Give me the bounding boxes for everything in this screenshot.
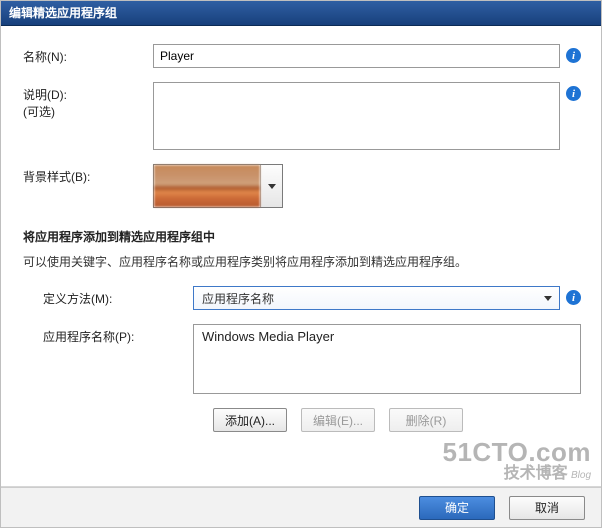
watermark: 51CTO.com 技术博客 Blog: [442, 439, 591, 483]
row-desc: 说明(D): (可选) i: [23, 82, 581, 150]
section-heading: 将应用程序添加到精选应用程序组中: [23, 228, 581, 245]
list-item[interactable]: Windows Media Player: [202, 329, 572, 344]
label-name: 名称(N):: [23, 44, 153, 65]
row-name: 名称(N): i: [23, 44, 581, 68]
watermark-line2: 技术博客: [504, 465, 568, 482]
row-bgstyle: 背景样式(B):: [23, 164, 581, 208]
background-style-dropdown-button[interactable]: [260, 165, 282, 207]
delete-button: 删除(R): [389, 408, 463, 432]
edit-button: 编辑(E)...: [301, 408, 375, 432]
name-input[interactable]: [153, 44, 560, 68]
dialog-body: 名称(N): i 说明(D): (可选) i 背景样式(B):: [1, 26, 601, 432]
info-icon[interactable]: i: [566, 86, 581, 101]
row-appname: 应用程序名称(P): Windows Media Player: [23, 324, 581, 394]
label-desc-text: 说明(D):: [23, 86, 153, 103]
list-button-row: 添加(A)... 编辑(E)... 删除(R): [213, 408, 581, 432]
watermark-line1: 51CTO.com: [442, 439, 591, 466]
cancel-button[interactable]: 取消: [509, 496, 585, 520]
row-method: 定义方法(M): 应用程序名称 i: [23, 286, 581, 310]
label-optional-text: (可选): [23, 103, 153, 120]
label-appname: 应用程序名称(P):: [23, 324, 193, 345]
watermark-blog: Blog: [571, 470, 591, 481]
appname-listbox[interactable]: Windows Media Player: [193, 324, 581, 394]
background-style-picker[interactable]: [153, 164, 283, 208]
chevron-down-icon: [268, 184, 276, 189]
section-help-text: 可以使用关键字、应用程序名称或应用程序类别将应用程序添加到精选应用程序组。: [23, 253, 581, 270]
dialog-window: 编辑精选应用程序组 名称(N): i 说明(D): (可选) i 背景样式(B)…: [0, 0, 602, 528]
method-select-value: 应用程序名称: [202, 290, 541, 307]
method-select[interactable]: 应用程序名称: [193, 286, 560, 310]
desc-textarea[interactable]: [153, 82, 560, 150]
chevron-down-icon: [541, 296, 555, 301]
label-bgstyle: 背景样式(B):: [23, 164, 153, 185]
ok-button[interactable]: 确定: [419, 496, 495, 520]
label-method: 定义方法(M):: [23, 286, 193, 307]
dialog-title: 编辑精选应用程序组: [9, 6, 117, 20]
background-preview-image: [154, 165, 260, 207]
label-desc: 说明(D): (可选): [23, 82, 153, 120]
info-icon[interactable]: i: [566, 290, 581, 305]
dialog-footer: 确定 取消: [1, 487, 601, 527]
title-bar: 编辑精选应用程序组: [1, 1, 601, 26]
add-button[interactable]: 添加(A)...: [213, 408, 287, 432]
info-icon[interactable]: i: [566, 48, 581, 63]
